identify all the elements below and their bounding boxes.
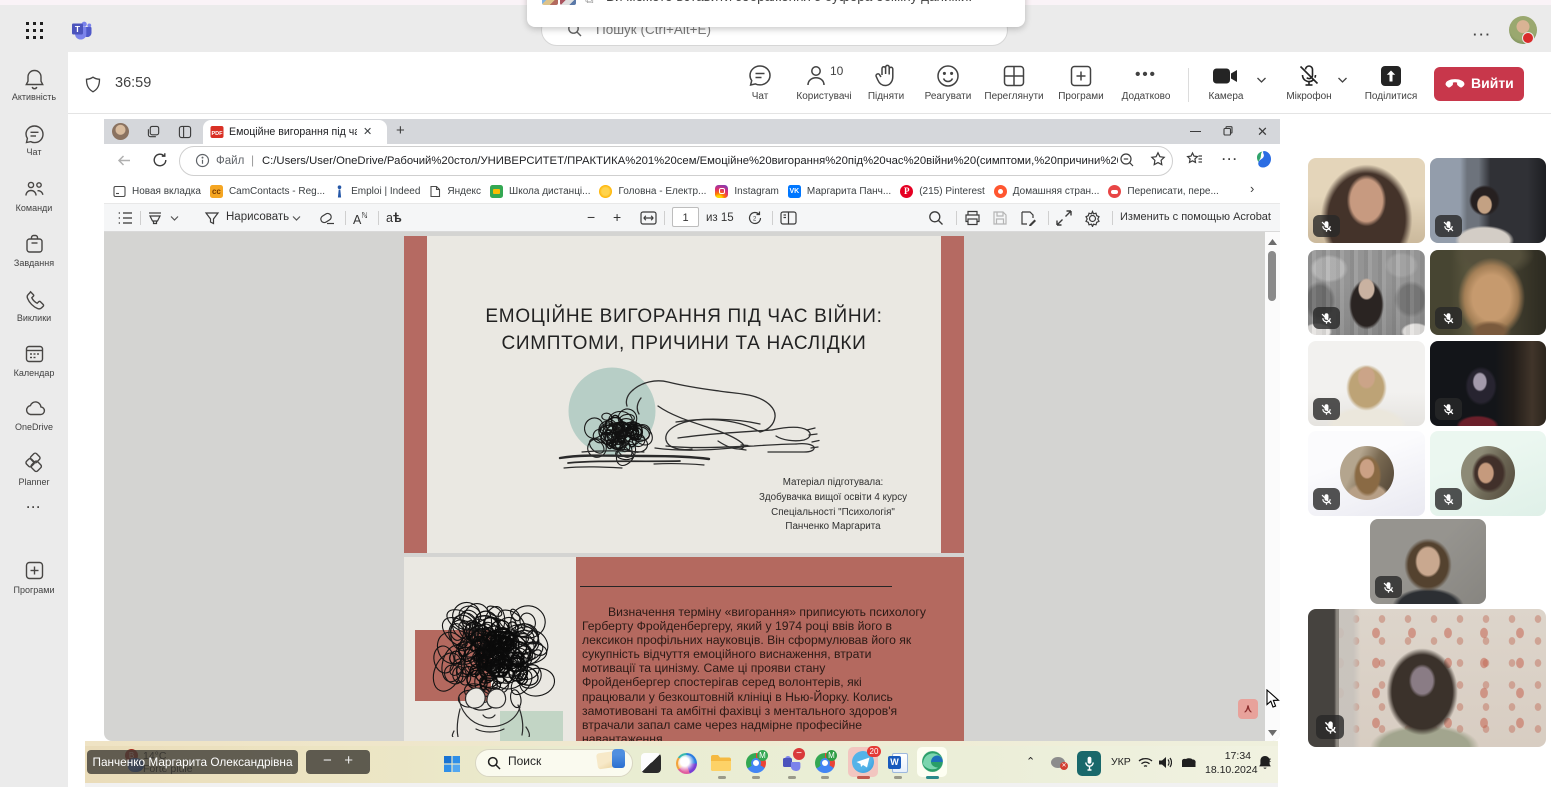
svg-text:2: 2 (753, 217, 757, 223)
svg-text:PDF: PDF (212, 131, 224, 137)
svg-text:10: 10 (830, 64, 844, 78)
svg-text:T: T (75, 24, 81, 34)
svg-text:z: z (1268, 758, 1271, 764)
